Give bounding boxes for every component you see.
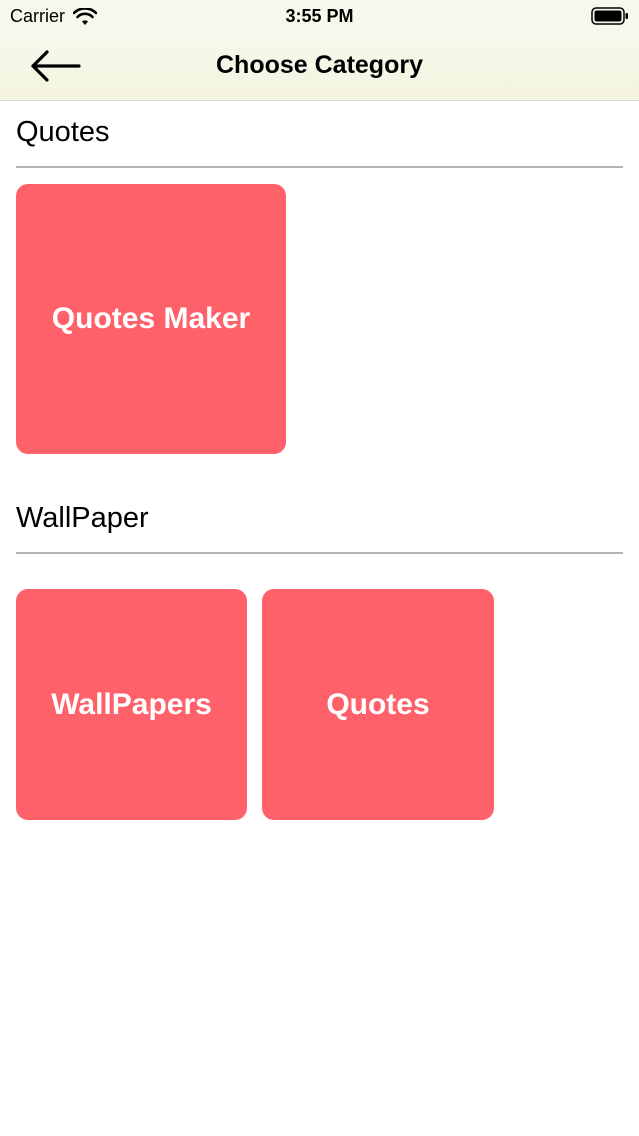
section-divider bbox=[16, 166, 623, 168]
tile-quotes[interactable]: Quotes bbox=[262, 589, 494, 820]
page-title: Choose Category bbox=[216, 51, 423, 79]
section-title-quotes: Quotes bbox=[16, 116, 110, 148]
section-title-wallpaper: WallPaper bbox=[16, 502, 149, 534]
status-time: 3:55 PM bbox=[285, 6, 354, 26]
tile-label: Quotes Maker bbox=[51, 302, 251, 335]
tile-label: WallPapers bbox=[51, 687, 212, 721]
status-bar: Carrier 3:55 PM bbox=[0, 0, 639, 34]
section-divider bbox=[16, 552, 623, 554]
tile-quotes-maker[interactable]: Quotes Maker bbox=[16, 184, 286, 454]
navigation-bar: Choose Category bbox=[0, 34, 639, 101]
tile-label: Quotes bbox=[326, 687, 430, 721]
battery-icon bbox=[591, 7, 628, 25]
tile-wallpapers[interactable]: WallPapers bbox=[16, 589, 247, 820]
